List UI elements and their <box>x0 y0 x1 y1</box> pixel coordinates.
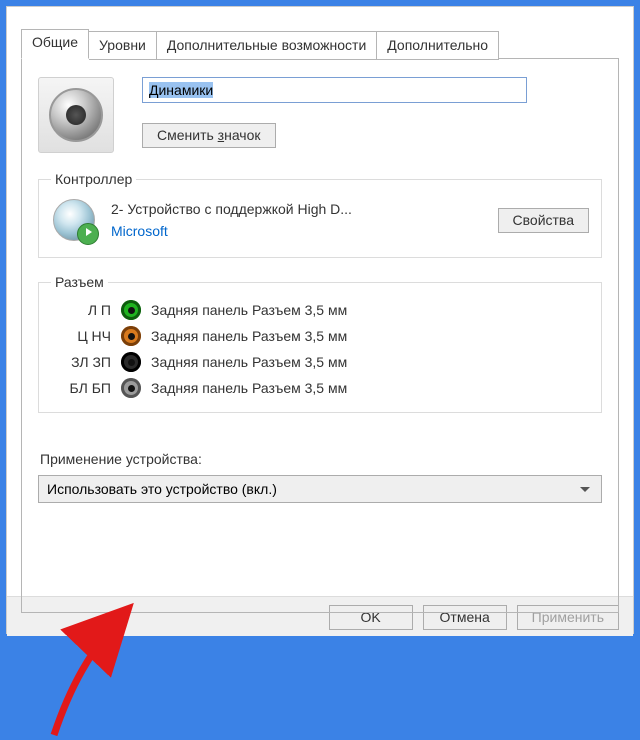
device-icon <box>38 77 114 153</box>
jack-abbr: ЗЛ ЗП <box>55 354 111 370</box>
device-header: Сменить значок <box>38 77 602 153</box>
properties-dialog: Общие Уровни Дополнительные возможности … <box>6 6 634 634</box>
usage-select[interactable]: Использовать это устройство (вкл.) <box>38 475 602 503</box>
jack-row: Ц НЧ Задняя панель Разъем 3,5 мм <box>55 326 589 346</box>
jack-row: Л П Задняя панель Разъем 3,5 мм <box>55 300 589 320</box>
jack-abbr: Ц НЧ <box>55 328 111 344</box>
device-name-input[interactable] <box>142 77 527 103</box>
jack-label: Задняя панель Разъем 3,5 мм <box>151 302 347 318</box>
tab-general[interactable]: Общие <box>21 29 89 59</box>
controller-vendor-link[interactable]: Microsoft <box>111 223 168 239</box>
change-icon-button[interactable]: Сменить значок <box>142 123 276 148</box>
tabstrip: Общие Уровни Дополнительные возможности … <box>21 29 619 58</box>
controller-legend: Контроллер <box>51 171 136 187</box>
usage-select-wrap: Использовать это устройство (вкл.) <box>38 475 602 503</box>
controller-fieldset: Контроллер 2- Устройство с поддержкой Hi… <box>38 171 602 258</box>
jack-fieldset: Разъем Л ПЗадняя панель Разъем 3,5 ммЦ Н… <box>38 274 602 413</box>
jack-legend: Разъем <box>51 274 108 290</box>
jack-label: Задняя панель Разъем 3,5 мм <box>151 380 347 396</box>
jack-dot-icon <box>121 326 141 346</box>
jack-row: БЛ БП Задняя панель Разъем 3,5 мм <box>55 378 589 398</box>
jack-list: Л П Задняя панель Разъем 3,5 мм Ц НЧ Задняя… <box>51 300 589 398</box>
tab-panel-general: Сменить значок Контроллер 2- Устройство … <box>21 58 619 613</box>
controller-icon <box>51 197 97 243</box>
usage-label: Применение устройства: <box>40 451 602 467</box>
tab-advanced[interactable]: Дополнительно <box>377 31 499 60</box>
jack-label: Задняя панель Разъем 3,5 мм <box>151 354 347 370</box>
jack-label: Задняя панель Разъем 3,5 мм <box>151 328 347 344</box>
tab-enhancements[interactable]: Дополнительные возможности <box>157 31 377 60</box>
jack-dot-icon <box>121 378 141 398</box>
controller-properties-button[interactable]: Свойства <box>498 208 589 233</box>
jack-row: ЗЛ ЗП Задняя панель Разъем 3,5 мм <box>55 352 589 372</box>
jack-abbr: Л П <box>55 302 111 318</box>
jack-dot-icon <box>121 352 141 372</box>
tab-levels[interactable]: Уровни <box>89 31 157 60</box>
controller-name: 2- Устройство с поддержкой High D... <box>111 201 352 217</box>
jack-dot-icon <box>121 300 141 320</box>
jack-abbr: БЛ БП <box>55 380 111 396</box>
